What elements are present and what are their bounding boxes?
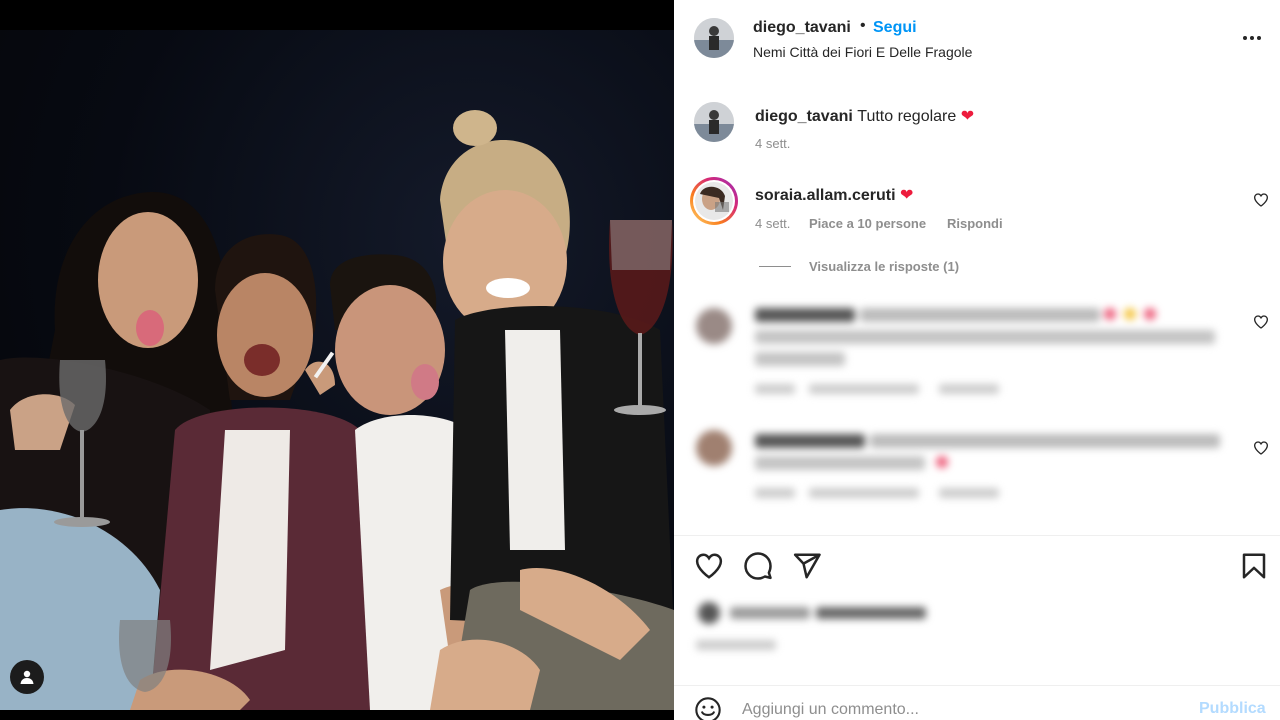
blurred-emoji bbox=[936, 456, 948, 468]
replies-line bbox=[759, 266, 791, 267]
blurred-meta bbox=[939, 384, 999, 394]
tagged-users-button[interactable] bbox=[10, 660, 44, 694]
emoji-smile-icon[interactable] bbox=[694, 696, 722, 720]
blurred-meta bbox=[939, 488, 999, 498]
separator-dot: • bbox=[860, 17, 866, 34]
caption-line: diego_tavani Tutto regolare ❤ bbox=[755, 106, 974, 126]
caption-username[interactable]: diego_tavani bbox=[755, 108, 853, 125]
avatar-image bbox=[694, 102, 734, 142]
likes-summary-blurred bbox=[694, 598, 1254, 634]
blurred-text bbox=[755, 330, 1215, 344]
paper-plane-icon[interactable] bbox=[792, 551, 822, 581]
comment-avatar[interactable] bbox=[696, 430, 732, 466]
comment-likes-count[interactable]: Piace a 10 persone bbox=[809, 216, 926, 231]
bookmark-icon[interactable] bbox=[1239, 551, 1269, 581]
comment-avatar[interactable] bbox=[696, 308, 732, 344]
author-avatar[interactable] bbox=[694, 18, 734, 58]
post-media bbox=[0, 0, 674, 720]
comment-avatar-story-ring[interactable] bbox=[690, 177, 738, 225]
blurred-text bbox=[870, 434, 1220, 448]
liker-avatar[interactable] bbox=[698, 602, 720, 624]
comments-list: diego_tavani Tutto regolare ❤ 4 sett. so… bbox=[674, 80, 1280, 535]
avatar-image bbox=[694, 18, 734, 58]
caption-time[interactable]: 4 sett. bbox=[755, 136, 790, 151]
comment-username[interactable]: soraia.allam.ceruti bbox=[755, 187, 896, 204]
blurred-text bbox=[816, 607, 926, 619]
user-icon bbox=[20, 670, 34, 684]
post-location[interactable]: Nemi Città dei Fiori E Delle Fragole bbox=[753, 44, 972, 60]
avatar-image bbox=[695, 182, 733, 220]
comment-like-heart-icon[interactable] bbox=[1253, 314, 1269, 330]
post-date-blurred bbox=[696, 640, 776, 650]
photo-illustration bbox=[0, 110, 674, 710]
heart-outline-icon[interactable] bbox=[694, 551, 724, 581]
comment-like-heart-icon[interactable] bbox=[1253, 440, 1269, 456]
action-bar bbox=[674, 535, 1280, 595]
comment-bubble-icon[interactable] bbox=[743, 551, 773, 581]
comment-like-heart-icon[interactable] bbox=[1253, 192, 1269, 208]
blurred-meta bbox=[755, 488, 795, 498]
blurred-text bbox=[730, 607, 810, 619]
follow-button[interactable]: Segui bbox=[873, 19, 917, 37]
blurred-meta bbox=[809, 488, 919, 498]
author-username[interactable]: diego_tavani bbox=[753, 19, 851, 37]
blurred-username bbox=[755, 434, 865, 448]
post-header: diego_tavani • Segui Nemi Città dei Fior… bbox=[674, 0, 1280, 80]
heart-emoji-icon: ❤ bbox=[960, 108, 975, 125]
add-comment-bar: Pubblica bbox=[674, 685, 1280, 720]
blurred-text bbox=[860, 308, 1100, 322]
reply-button[interactable]: Rispondi bbox=[947, 216, 1003, 231]
blurred-meta bbox=[755, 384, 795, 394]
blurred-text bbox=[755, 456, 925, 470]
blurred-emoji bbox=[1124, 308, 1136, 320]
more-options-icon[interactable] bbox=[1238, 28, 1266, 48]
post-panel: diego_tavani • Segui Nemi Città dei Fior… bbox=[674, 0, 1280, 720]
caption-avatar[interactable] bbox=[694, 102, 734, 142]
post-photo[interactable] bbox=[0, 30, 674, 710]
blurred-emoji bbox=[1104, 308, 1116, 320]
view-replies-button[interactable]: Visualizza le risposte (1) bbox=[809, 259, 959, 274]
blurred-meta bbox=[809, 384, 919, 394]
comment-line: soraia.allam.ceruti ❤ bbox=[755, 185, 913, 205]
blurred-text bbox=[755, 352, 845, 366]
blurred-emoji bbox=[1144, 308, 1156, 320]
publish-button[interactable]: Pubblica bbox=[1199, 700, 1266, 718]
blurred-username bbox=[755, 308, 855, 322]
comment-input[interactable] bbox=[742, 697, 1182, 720]
caption-text: Tutto regolare bbox=[857, 108, 957, 125]
heart-emoji-icon: ❤ bbox=[899, 187, 914, 204]
comment-time[interactable]: 4 sett. bbox=[755, 216, 790, 231]
